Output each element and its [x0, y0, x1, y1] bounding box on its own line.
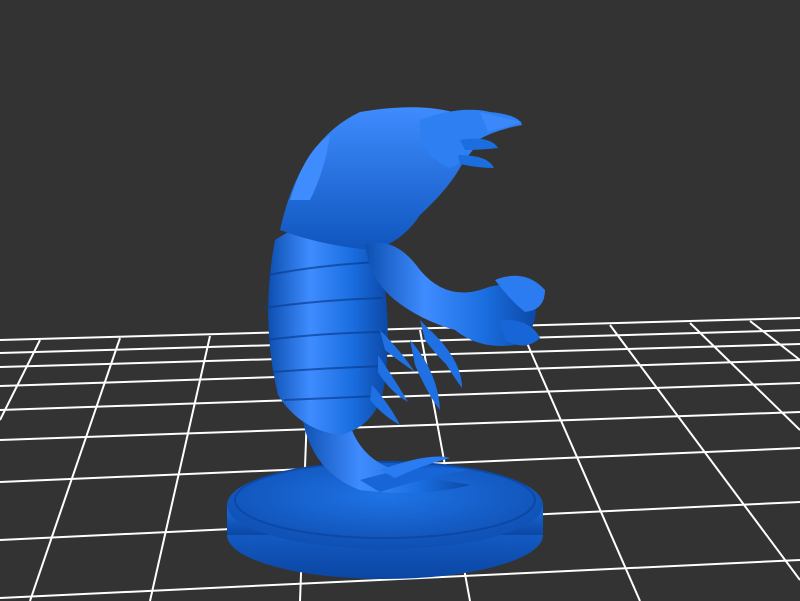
scene-canvas[interactable] [0, 0, 800, 601]
3d-viewport[interactable] [0, 0, 800, 601]
